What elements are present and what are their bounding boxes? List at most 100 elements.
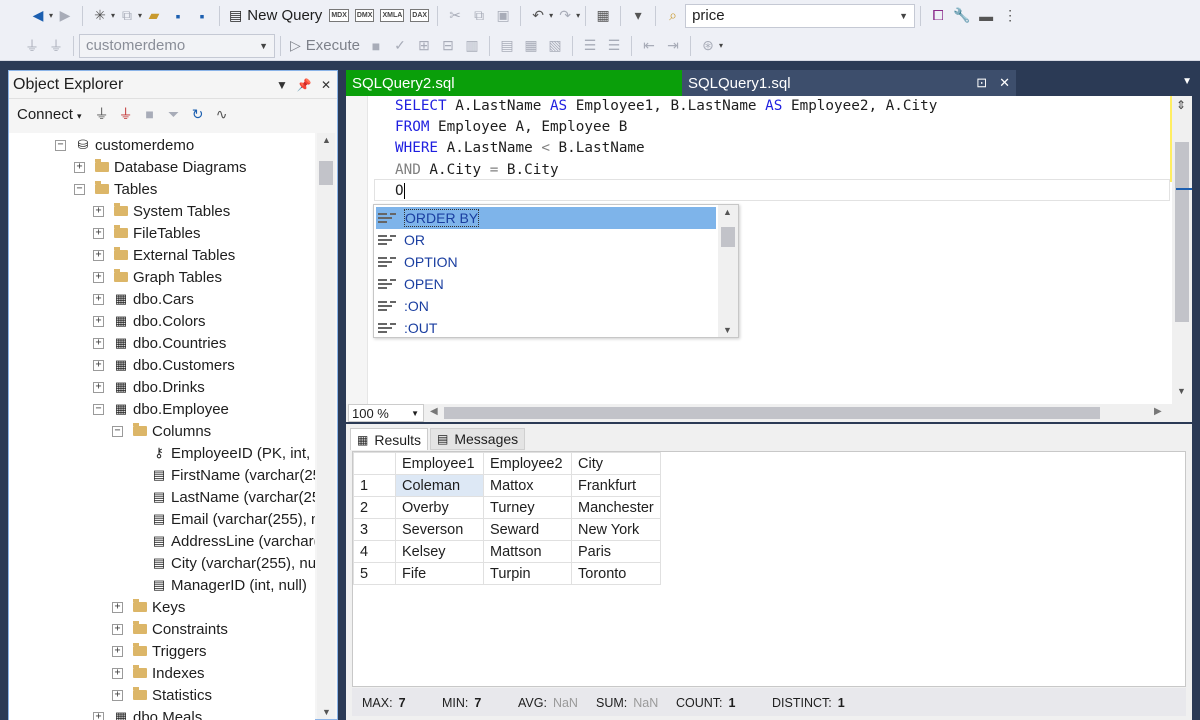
completion-item[interactable]: :OUT xyxy=(376,317,716,339)
row-number[interactable]: 1 xyxy=(353,474,396,497)
disconnect-icon[interactable]: ⏚ xyxy=(46,35,66,57)
specify-values-icon[interactable]: ⊛ xyxy=(698,35,718,57)
window-position-icon[interactable]: ▼ xyxy=(271,78,293,92)
scroll-thumb[interactable] xyxy=(1175,142,1189,322)
scroll-right-icon[interactable]: ▶ xyxy=(1154,406,1162,417)
expand-icon[interactable]: + xyxy=(93,381,104,393)
expand-icon[interactable]: + xyxy=(112,601,123,613)
undo-icon[interactable]: ↶ xyxy=(528,5,548,27)
table-cell[interactable]: Fife xyxy=(395,562,484,585)
expand-icon[interactable]: + xyxy=(93,337,104,349)
tree-node[interactable]: + System Tables xyxy=(93,200,230,222)
expand-icon[interactable]: + xyxy=(93,205,104,217)
zoom-combo[interactable]: 100 % ▼ xyxy=(348,404,424,422)
expand-icon[interactable]: + xyxy=(93,711,104,720)
results-file-icon[interactable]: ▧ xyxy=(545,35,565,57)
forward-icon[interactable]: ▶ xyxy=(55,5,75,27)
search-combo[interactable]: price ▼ xyxy=(685,3,916,28)
row-number[interactable]: 4 xyxy=(353,540,396,563)
completion-item[interactable]: OPEN xyxy=(376,273,716,295)
table-cell[interactable]: New York xyxy=(571,518,661,541)
completion-item[interactable]: :ON xyxy=(376,295,716,317)
tree-node[interactable]: + ▦ dbo.Cars xyxy=(93,288,194,310)
tree-node[interactable]: − ▦ dbo.Employee xyxy=(93,398,229,420)
tree-node[interactable]: + ▦ dbo.Meals xyxy=(93,706,202,720)
tree-node[interactable]: ▤ FirstName (varchar(255 xyxy=(131,464,315,486)
completion-item[interactable]: ORDER BY xyxy=(376,207,716,229)
corner-cell[interactable] xyxy=(353,452,396,475)
column-header[interactable]: Employee2 xyxy=(483,452,572,475)
expand-icon[interactable]: + xyxy=(112,623,123,635)
table-cell[interactable]: Coleman xyxy=(395,474,484,497)
estimated-plan-icon[interactable]: ⊞ xyxy=(414,35,434,57)
parse-icon[interactable]: ✓ xyxy=(390,35,410,57)
properties-icon[interactable]: 🔧 xyxy=(952,5,972,27)
pin-icon[interactable]: 📌 xyxy=(293,78,315,92)
tree-node[interactable]: + Statistics xyxy=(112,684,212,706)
execute-button[interactable]: ▷ Execute xyxy=(286,34,364,58)
row-number[interactable]: 3 xyxy=(353,518,396,541)
activity-monitor-icon[interactable]: ∿ xyxy=(212,103,232,125)
save-all-icon[interactable]: ▪ xyxy=(192,5,212,27)
tree-node[interactable]: + Graph Tables xyxy=(93,266,222,288)
tab-sqlquery1[interactable]: SQLQuery1.sql ⊡ ✕ xyxy=(682,70,1016,96)
tree-node[interactable]: + ▦ dbo.Customers xyxy=(93,354,235,376)
query-designer-icon[interactable]: ⊟ xyxy=(438,35,458,57)
column-header[interactable]: Employee1 xyxy=(395,452,484,475)
tree-node[interactable]: + ▦ dbo.Drinks xyxy=(93,376,205,398)
outdent-icon[interactable]: ⇤ xyxy=(639,35,659,57)
expand-icon[interactable]: + xyxy=(93,249,104,261)
table-cell[interactable]: Overby xyxy=(395,496,484,519)
tree-node[interactable]: ▤ LastName (varchar(25! xyxy=(131,486,315,508)
tree-node[interactable]: − Tables xyxy=(74,178,157,200)
connect-button[interactable]: Connect ▾ xyxy=(17,106,82,123)
stop-icon[interactable]: ■ xyxy=(366,35,386,57)
completion-item[interactable]: OPTION xyxy=(376,251,716,273)
tree-node[interactable]: + Database Diagrams xyxy=(74,156,247,178)
table-cell[interactable]: Manchester xyxy=(571,496,661,519)
tab-sqlquery2[interactable]: SQLQuery2.sql xyxy=(346,70,682,96)
row-number[interactable]: 2 xyxy=(353,496,396,519)
scroll-thumb[interactable] xyxy=(319,161,333,185)
hscroll-thumb[interactable] xyxy=(444,407,1100,419)
scroll-down-icon[interactable]: ▼ xyxy=(723,325,732,335)
tree-node[interactable]: ▤ Email (varchar(255), nu xyxy=(131,508,315,530)
tree-scrollbar[interactable]: ▲ ▼ xyxy=(317,133,335,719)
tree-node[interactable]: + Constraints xyxy=(112,618,228,640)
collapse-icon[interactable]: − xyxy=(55,139,66,151)
close-icon[interactable]: ✕ xyxy=(315,78,337,92)
solution-explorer-icon[interactable]: ⧠ xyxy=(928,5,948,27)
intellisense-icon[interactable]: ▥ xyxy=(462,35,482,57)
tree-node[interactable]: ▤ City (varchar(255), null xyxy=(131,552,315,574)
scroll-thumb[interactable] xyxy=(721,227,735,247)
comment-icon[interactable]: ☰ xyxy=(580,35,600,57)
uncomment-icon[interactable]: ☰ xyxy=(604,35,624,57)
completion-item[interactable]: OR xyxy=(376,229,716,251)
expand-icon[interactable]: + xyxy=(93,271,104,283)
expand-icon[interactable]: + xyxy=(112,689,123,701)
table-cell[interactable]: Turpin xyxy=(483,562,572,585)
table-cell[interactable]: Mattson xyxy=(483,540,572,563)
tree-node[interactable]: ▤ AddressLine (varchar(2 xyxy=(131,530,315,552)
expand-icon[interactable]: + xyxy=(112,645,123,657)
copy-icon[interactable]: ⧉ xyxy=(469,5,489,27)
tree-node[interactable]: − Columns xyxy=(112,420,211,442)
tab-results[interactable]: ▦ Results xyxy=(350,428,429,450)
connect-icon[interactable]: ⏚ xyxy=(22,35,42,57)
refresh-icon[interactable]: ↻ xyxy=(188,103,208,125)
find-dropdown-icon[interactable]: ▾ xyxy=(628,5,648,27)
intellisense-popup[interactable]: ORDER BY OR OPTION OPEN:ON:OUT ▲ ▼ xyxy=(373,204,739,338)
table-cell[interactable]: Toronto xyxy=(571,562,661,585)
expand-icon[interactable]: + xyxy=(74,161,85,173)
mdx-query-button[interactable]: MDX xyxy=(329,9,349,22)
table-cell[interactable]: Seward xyxy=(483,518,572,541)
expand-icon[interactable]: + xyxy=(93,293,104,305)
tree-node[interactable]: + Indexes xyxy=(112,662,205,684)
connect-plug-icon[interactable]: ⏚ xyxy=(92,103,112,125)
toolbox-icon[interactable]: ▬ xyxy=(976,5,996,27)
expand-icon[interactable]: + xyxy=(93,315,104,327)
tree-node[interactable]: + Keys xyxy=(112,596,185,618)
table-cell[interactable]: Paris xyxy=(571,540,661,563)
disconnect-icon[interactable]: ⏚ xyxy=(116,103,136,125)
row-number[interactable]: 5 xyxy=(353,562,396,585)
